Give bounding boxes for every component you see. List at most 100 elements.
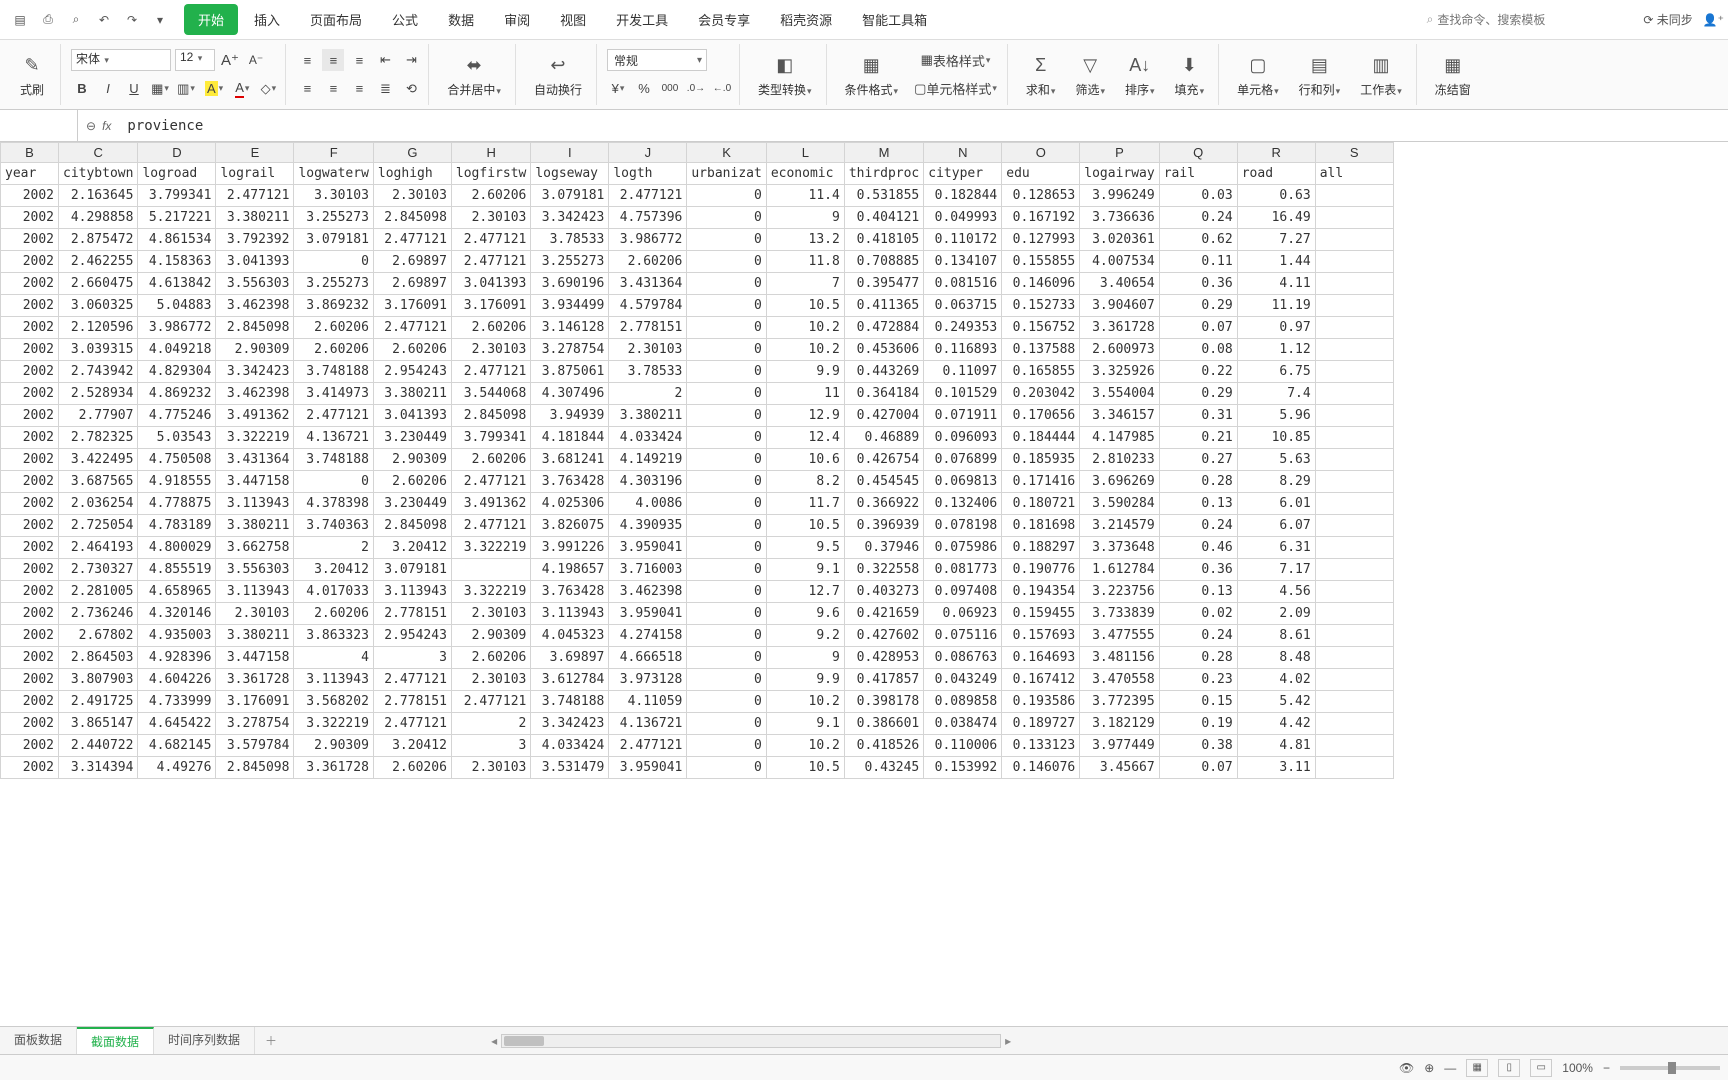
cell[interactable]: 0.62: [1159, 229, 1237, 251]
cell[interactable]: 0.190776: [1002, 559, 1080, 581]
cell[interactable]: 2.60206: [373, 757, 451, 779]
cell[interactable]: 3.255273: [531, 251, 609, 273]
undo-icon[interactable]: ↶: [94, 10, 114, 30]
cell[interactable]: 2.30103: [451, 603, 530, 625]
field-header[interactable]: logth: [609, 163, 687, 185]
cell[interactable]: 2002: [1, 295, 59, 317]
cell[interactable]: 0: [687, 691, 766, 713]
cell[interactable]: 3.079181: [294, 229, 373, 251]
cell[interactable]: 0.426754: [844, 449, 923, 471]
cell[interactable]: 0.404121: [844, 207, 923, 229]
worksheet-button[interactable]: ▥工作表▾: [1352, 49, 1410, 100]
cell[interactable]: 0.167412: [1002, 669, 1080, 691]
cell[interactable]: 0.38: [1159, 735, 1237, 757]
cell[interactable]: 4.42: [1237, 713, 1315, 735]
cell[interactable]: 2.778151: [609, 317, 687, 339]
cell[interactable]: 0: [687, 581, 766, 603]
field-header[interactable]: citybtown: [59, 163, 138, 185]
cell[interactable]: 0.086763: [924, 647, 1002, 669]
cell[interactable]: 2.60206: [373, 471, 451, 493]
cell[interactable]: 4: [294, 647, 373, 669]
cell[interactable]: [1315, 691, 1393, 713]
cell[interactable]: 2.864503: [59, 647, 138, 669]
cell[interactable]: 2.90309: [373, 449, 451, 471]
cell[interactable]: 10.2: [766, 691, 844, 713]
cell[interactable]: 3.579784: [216, 735, 294, 757]
cell[interactable]: 2002: [1, 471, 59, 493]
cell[interactable]: 3.113943: [216, 581, 294, 603]
cell[interactable]: 3.977449: [1080, 735, 1159, 757]
decrease-font-icon[interactable]: A⁻: [245, 49, 267, 71]
menu-tab-4[interactable]: 数据: [434, 4, 488, 35]
cell[interactable]: 2002: [1, 317, 59, 339]
cell[interactable]: 3.590284: [1080, 493, 1159, 515]
cell[interactable]: 3.146128: [531, 317, 609, 339]
cell[interactable]: 0.076899: [924, 449, 1002, 471]
cell[interactable]: 3.716003: [609, 559, 687, 581]
cell[interactable]: 0.194354: [1002, 581, 1080, 603]
cell[interactable]: 4.579784: [609, 295, 687, 317]
cell[interactable]: 6.07: [1237, 515, 1315, 537]
format-painter-button[interactable]: ✎ 式刷: [10, 49, 54, 100]
sync-status[interactable]: ⟳ 未同步: [1643, 11, 1692, 28]
cell[interactable]: 4.045323: [531, 625, 609, 647]
cell[interactable]: 3.380211: [609, 405, 687, 427]
cell[interactable]: 3.462398: [216, 383, 294, 405]
freeze-panes-button[interactable]: ▦冻结窗: [1427, 49, 1479, 100]
cell[interactable]: 0.07: [1159, 317, 1237, 339]
cell[interactable]: 0.038474: [924, 713, 1002, 735]
cell[interactable]: 0.472884: [844, 317, 923, 339]
cell[interactable]: 3.863323: [294, 625, 373, 647]
col-header-M[interactable]: M: [844, 143, 923, 163]
cell[interactable]: 3.869232: [294, 295, 373, 317]
cell[interactable]: 9.5: [766, 537, 844, 559]
merge-center-button[interactable]: ⬌ 合并居中▾: [439, 49, 509, 100]
cell[interactable]: 2.477121: [373, 229, 451, 251]
cell[interactable]: 3.807903: [59, 669, 138, 691]
menu-tab-1[interactable]: 插入: [240, 4, 294, 35]
cell[interactable]: 3.556303: [216, 559, 294, 581]
cell[interactable]: 4.02: [1237, 669, 1315, 691]
cell[interactable]: 0.180721: [1002, 493, 1080, 515]
cell[interactable]: [1315, 207, 1393, 229]
cell[interactable]: 3.373648: [1080, 537, 1159, 559]
cell[interactable]: 2.440722: [59, 735, 138, 757]
cell[interactable]: 0.063715: [924, 295, 1002, 317]
menu-tab-5[interactable]: 审阅: [490, 4, 544, 35]
cell[interactable]: 2.845098: [373, 207, 451, 229]
cell[interactable]: 12.4: [766, 427, 844, 449]
cell[interactable]: [1315, 515, 1393, 537]
cell[interactable]: 0.069813: [924, 471, 1002, 493]
cell[interactable]: 4.007534: [1080, 251, 1159, 273]
cell[interactable]: 4.56: [1237, 581, 1315, 603]
cell[interactable]: 0.137588: [1002, 339, 1080, 361]
cell[interactable]: 0.28: [1159, 471, 1237, 493]
cell[interactable]: 5.217221: [138, 207, 216, 229]
cell[interactable]: 0.21: [1159, 427, 1237, 449]
cell[interactable]: 0.28: [1159, 647, 1237, 669]
cell[interactable]: 9.1: [766, 713, 844, 735]
cell[interactable]: 2.120596: [59, 317, 138, 339]
cell[interactable]: 4.307496: [531, 383, 609, 405]
table-style-button[interactable]: ▦ 表格样式▾: [910, 49, 1001, 71]
cell[interactable]: 8.48: [1237, 647, 1315, 669]
increase-font-icon[interactable]: A⁺: [219, 49, 241, 71]
cell[interactable]: 2: [609, 383, 687, 405]
cell[interactable]: 0.159455: [1002, 603, 1080, 625]
cell[interactable]: 0.07: [1159, 757, 1237, 779]
cell[interactable]: 0.46: [1159, 537, 1237, 559]
cell[interactable]: 0.37946: [844, 537, 923, 559]
cell[interactable]: 3.214579: [1080, 515, 1159, 537]
cell[interactable]: 3.763428: [531, 581, 609, 603]
cell[interactable]: 2.477121: [373, 317, 451, 339]
cell[interactable]: 2.30103: [451, 669, 530, 691]
cell[interactable]: 0.132406: [924, 493, 1002, 515]
cell[interactable]: 5.03543: [138, 427, 216, 449]
cell[interactable]: 2.528934: [59, 383, 138, 405]
cell[interactable]: 0.421659: [844, 603, 923, 625]
cell[interactable]: 2002: [1, 735, 59, 757]
col-header-R[interactable]: R: [1237, 143, 1315, 163]
cell[interactable]: 1.612784: [1080, 559, 1159, 581]
cell[interactable]: 0.185935: [1002, 449, 1080, 471]
type-convert-button[interactable]: ◧ 类型转换▾: [750, 49, 820, 100]
